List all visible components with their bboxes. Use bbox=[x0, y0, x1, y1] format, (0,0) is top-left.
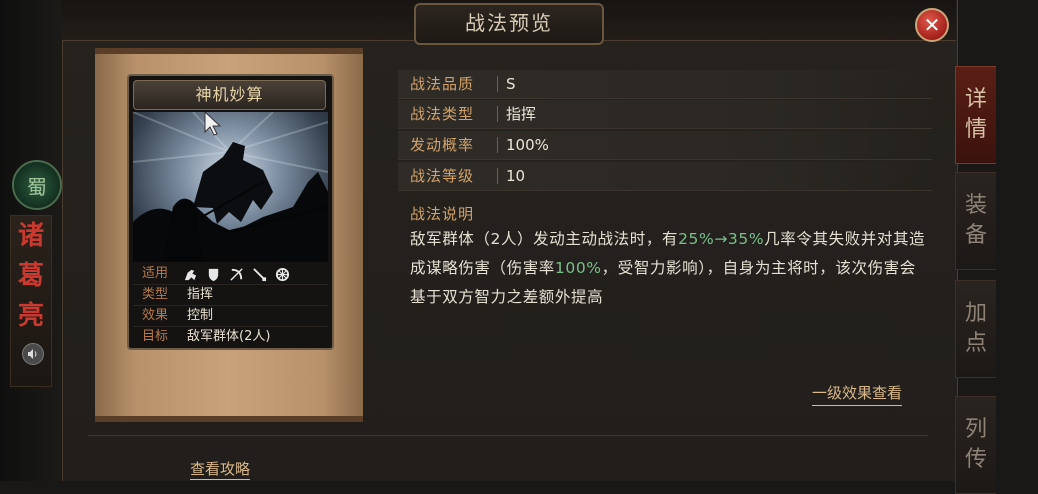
cavalry-icon bbox=[184, 269, 197, 280]
skill-card-row-applicable: 适用 bbox=[133, 264, 328, 285]
shield-icon bbox=[208, 268, 219, 281]
property-value: 指挥 bbox=[506, 105, 537, 123]
separator bbox=[497, 76, 498, 92]
property-label: 战法类型 bbox=[410, 105, 475, 123]
tab-equipment[interactable]: 装 备 bbox=[955, 172, 996, 270]
property-type: 战法类型 指挥 bbox=[398, 100, 932, 129]
row-value: 指挥 bbox=[187, 287, 214, 302]
speaker-icon[interactable] bbox=[22, 343, 44, 365]
property-value: S bbox=[506, 75, 516, 93]
tab-equipment-char: 备 bbox=[964, 223, 987, 248]
faction-glyph: 蜀 bbox=[27, 174, 47, 199]
siege-icon bbox=[275, 267, 290, 281]
tab-biography[interactable]: 列 传 bbox=[955, 396, 996, 494]
tab-details[interactable]: 详 情 bbox=[955, 66, 996, 164]
property-level: 战法等级 10 bbox=[398, 162, 932, 191]
hero-name-char: 亮 bbox=[17, 301, 44, 331]
archer-icon bbox=[230, 267, 243, 281]
divider bbox=[88, 435, 928, 436]
hero-portrait-area: 蜀 诸 葛 亮 bbox=[0, 0, 70, 481]
view-guide-link[interactable]: 查看攻略 bbox=[190, 458, 251, 480]
faction-badge: 蜀 bbox=[12, 160, 62, 210]
tab-biography-char: 列 bbox=[964, 417, 987, 442]
row-label: 类型 bbox=[141, 287, 168, 302]
damage-rate-highlight: 100% bbox=[554, 259, 602, 277]
property-quality: 战法品质 S bbox=[398, 70, 932, 99]
skill-card-info: 适用 类型 指挥 效果 控制 目标 敌军群体(2人) bbox=[133, 264, 328, 347]
row-value: 敌军群体(2人) bbox=[187, 329, 271, 344]
separator bbox=[497, 168, 498, 184]
tab-details-char: 情 bbox=[964, 117, 987, 142]
description-text: 敌军群体（2人）发动主动战法时，有 bbox=[410, 230, 679, 248]
skill-card: 神机妙算 适用 类型 指挥 效果 控制 目标 敌军群体(2人) bbox=[127, 74, 334, 350]
tab-points[interactable]: 加 点 bbox=[955, 280, 996, 378]
tab-biography-char: 传 bbox=[964, 447, 987, 472]
close-icon: ✕ bbox=[923, 13, 941, 37]
row-label: 效果 bbox=[141, 308, 168, 323]
skill-card-row-target: 目标 敌军群体(2人) bbox=[133, 327, 328, 347]
tab-details-char: 详 bbox=[964, 87, 987, 112]
property-value: 10 bbox=[506, 167, 526, 185]
hero-name-char: 诸 bbox=[17, 221, 44, 251]
dialog-title: 战法预览 bbox=[414, 3, 604, 45]
description-heading: 战法说明 bbox=[410, 205, 475, 223]
separator bbox=[497, 106, 498, 122]
hero-name-char: 葛 bbox=[17, 261, 44, 291]
cursor-icon bbox=[204, 112, 222, 136]
property-label: 战法等级 bbox=[410, 167, 475, 185]
skill-card-name: 神机妙算 bbox=[133, 80, 326, 110]
tab-points-char: 加 bbox=[964, 301, 987, 326]
property-trigger-rate: 发动概率 100% bbox=[398, 131, 932, 160]
close-button[interactable]: ✕ bbox=[915, 8, 949, 42]
separator bbox=[497, 137, 498, 153]
row-label: 目标 bbox=[141, 329, 168, 344]
skill-art-image bbox=[133, 112, 328, 262]
row-label: 适用 bbox=[141, 266, 168, 281]
skill-card-row-effect: 效果 控制 bbox=[133, 306, 328, 327]
level-one-effect-link[interactable]: 一级效果查看 bbox=[812, 382, 903, 406]
rate-highlight: 25%→35% bbox=[678, 230, 765, 248]
property-label: 战法品质 bbox=[410, 75, 475, 93]
tab-equipment-char: 装 bbox=[964, 193, 987, 218]
skill-card-row-type: 类型 指挥 bbox=[133, 285, 328, 306]
troop-type-icons bbox=[177, 264, 290, 284]
row-value: 控制 bbox=[187, 308, 214, 323]
tab-points-char: 点 bbox=[964, 331, 987, 356]
skill-description: 敌军群体（2人）发动主动战法时，有25%→35%几率令其失败并对其造成谋略伤害（… bbox=[410, 225, 930, 312]
spear-icon bbox=[253, 267, 267, 281]
property-label: 发动概率 bbox=[410, 136, 475, 154]
property-value: 100% bbox=[506, 136, 549, 154]
